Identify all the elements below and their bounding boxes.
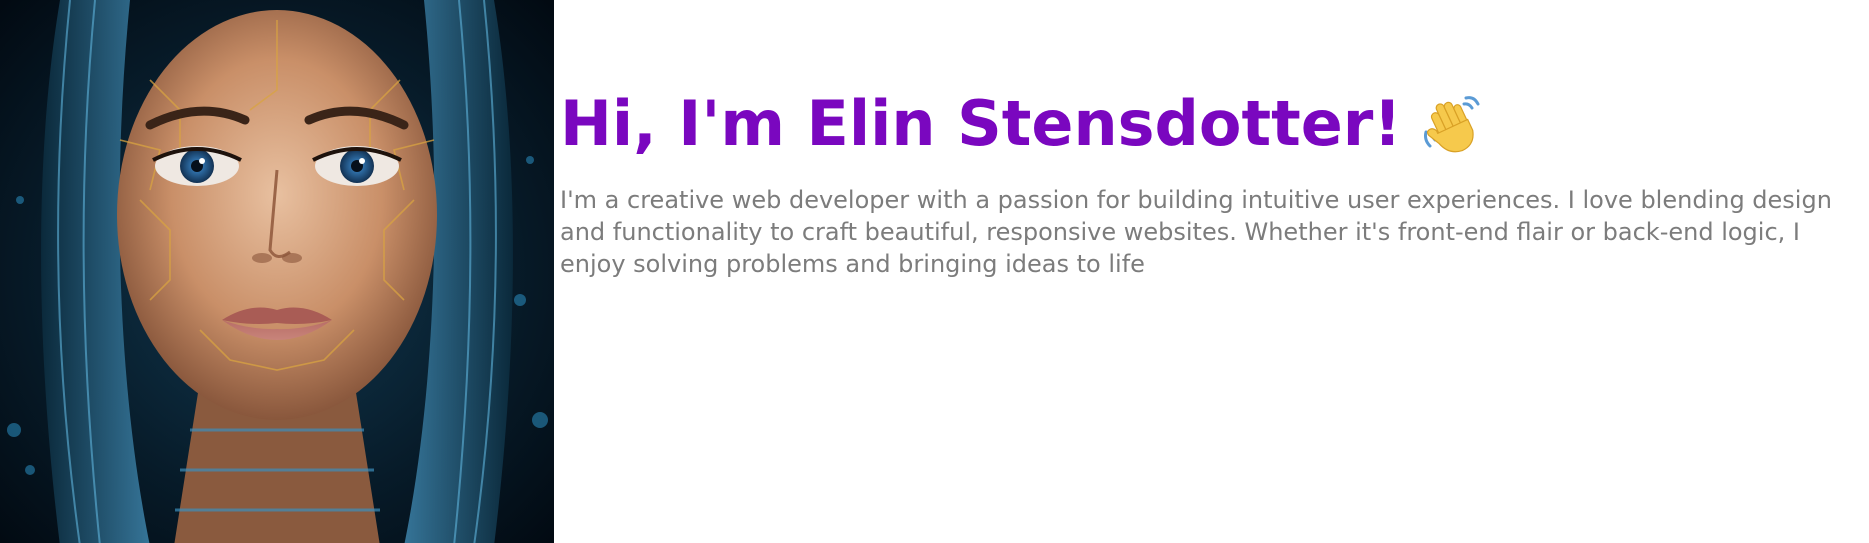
hero-heading: Hi, I'm Elin Stensdotter!: [560, 86, 1853, 162]
waving-hand-icon: [1420, 92, 1484, 156]
portrait-artwork: [0, 0, 554, 543]
hero-intro-text: I'm a creative web developer with a pass…: [560, 186, 1832, 278]
hero-content: Hi, I'm Elin Stensdotter! I'm a creative…: [554, 0, 1869, 280]
hero-heading-text: Hi, I'm Elin Stensdotter!: [560, 87, 1402, 160]
profile-portrait: [0, 0, 554, 543]
page: Hi, I'm Elin Stensdotter! I'm a creative…: [0, 0, 1869, 543]
